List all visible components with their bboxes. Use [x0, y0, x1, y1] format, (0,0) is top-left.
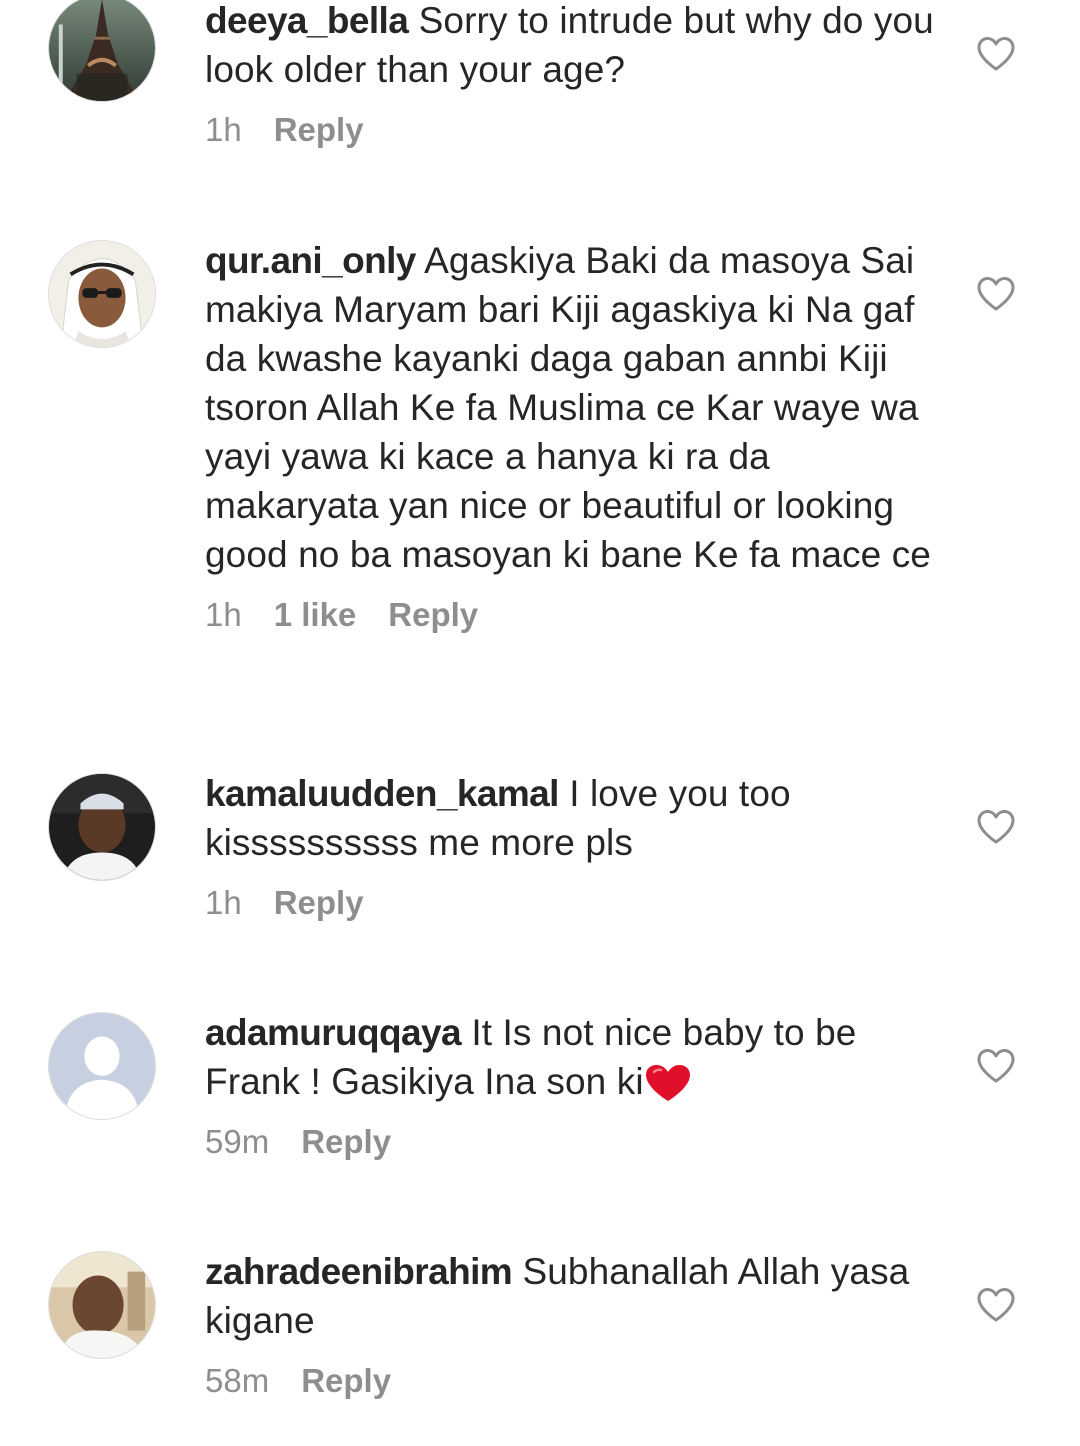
comment-text: Agaskiya Baki da masoya Sai makiya Marya… [205, 240, 931, 575]
comment-username[interactable]: adamuruqqaya [205, 1012, 462, 1053]
comment-body: zahradeenibrahim Subhanallah Allah yasa … [205, 1247, 950, 1401]
comment-time: 1h [205, 884, 242, 921]
avatar[interactable] [48, 1012, 156, 1120]
comment-time: 1h [205, 596, 242, 633]
comment-meta: 59m Reply [205, 1122, 950, 1162]
comment-body: qur.ani_only Agaskiya Baki da masoya Sai… [205, 236, 950, 635]
man-in-car-avatar-image [49, 774, 155, 880]
comment-text-block: deeya_bella Sorry to intrude but why do … [205, 0, 950, 94]
reply-button[interactable]: Reply [388, 595, 478, 635]
likes-count-link[interactable]: 1 like [274, 595, 357, 635]
comment-body: kamaluudden_kamal I love you too kisssss… [205, 769, 950, 923]
red-heart-emoji-icon [644, 1064, 692, 1102]
default-user-icon [49, 1013, 155, 1119]
comment-time: 1h [205, 111, 242, 148]
like-heart-icon[interactable] [976, 36, 1016, 72]
avatar[interactable] [48, 0, 156, 102]
comment-meta: 58m Reply [205, 1361, 950, 1401]
comment-username[interactable]: deeya_bella [205, 0, 409, 41]
avatar[interactable] [48, 240, 156, 348]
comment-meta: 1h Reply [205, 883, 950, 923]
comment-meta: 1h 1 like Reply [205, 595, 950, 635]
reply-button[interactable]: Reply [301, 1122, 391, 1162]
man-with-sunglasses-avatar-image [49, 241, 155, 347]
man-selfie-avatar-image [49, 1252, 155, 1358]
avatar[interactable] [48, 773, 156, 881]
like-heart-icon[interactable] [976, 276, 1016, 312]
comment-text-block: kamaluudden_kamal I love you too kisssss… [205, 769, 950, 867]
like-heart-icon[interactable] [976, 809, 1016, 845]
comment-username[interactable]: qur.ani_only [205, 240, 416, 281]
reply-button[interactable]: Reply [301, 1361, 391, 1401]
like-heart-icon[interactable] [976, 1048, 1016, 1084]
avatar[interactable] [48, 1251, 156, 1359]
comment-username[interactable]: kamaluudden_kamal [205, 773, 559, 814]
comment-body: deeya_bella Sorry to intrude but why do … [205, 0, 950, 150]
comment-time: 58m [205, 1362, 270, 1399]
comment-meta: 1h Reply [205, 110, 950, 150]
comment-text-block: adamuruqqaya It Is not nice baby to be F… [205, 1008, 950, 1106]
comment-username[interactable]: zahradeenibrahim [205, 1251, 513, 1292]
eiffel-tower-avatar-image [49, 0, 155, 101]
comment-time: 59m [205, 1123, 270, 1160]
comment-text-block: zahradeenibrahim Subhanallah Allah yasa … [205, 1247, 950, 1345]
comment-body: adamuruqqaya It Is not nice baby to be F… [205, 1008, 950, 1162]
like-heart-icon[interactable] [976, 1287, 1016, 1323]
comment-text-block: qur.ani_only Agaskiya Baki da masoya Sai… [205, 236, 950, 579]
reply-button[interactable]: Reply [274, 883, 364, 923]
reply-button[interactable]: Reply [274, 110, 364, 150]
